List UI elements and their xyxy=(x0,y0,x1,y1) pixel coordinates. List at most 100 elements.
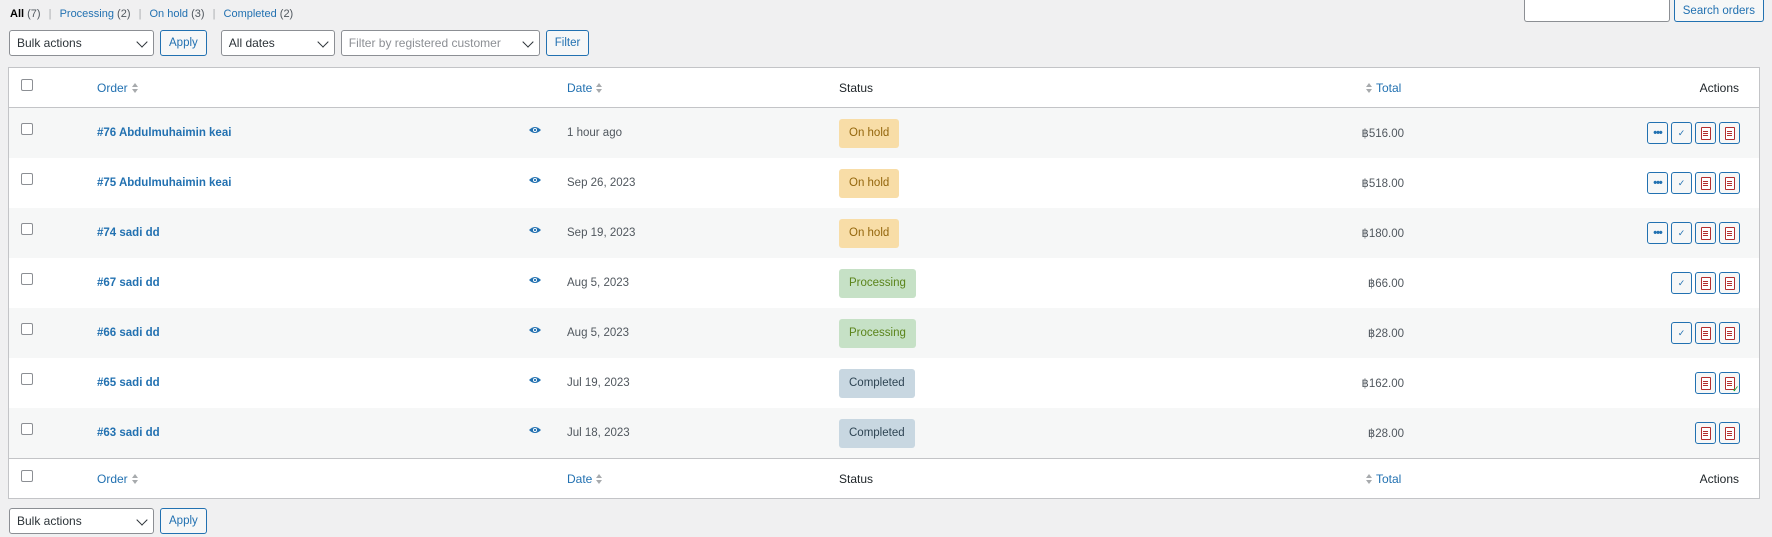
filter-completed-count: (2) xyxy=(279,8,294,20)
date-column-footer[interactable]: Date xyxy=(567,459,603,498)
status-badge: Completed xyxy=(839,418,915,448)
row-checkbox[interactable] xyxy=(21,323,33,335)
table-header: Order Date Status Total Actions xyxy=(9,68,1759,108)
pdf-invoice-button[interactable] xyxy=(1695,422,1716,444)
chevron-down-icon xyxy=(136,36,148,48)
search-orders-button[interactable]: Search orders xyxy=(1673,0,1764,22)
row-checkbox[interactable] xyxy=(21,373,33,385)
pdf-packing-slip-button[interactable] xyxy=(1719,372,1740,395)
row-actions: ✓ xyxy=(1671,308,1740,358)
table-row[interactable]: #76 Abdulmuhaimin keai 1 hour ago On hold ฿… xyxy=(9,108,1759,158)
filter-all-link[interactable]: All xyxy=(10,8,24,20)
more-actions-button[interactable]: ••• xyxy=(1647,122,1668,144)
actions-footer-label: Actions xyxy=(1699,471,1739,486)
checkmark-icon: ✓ xyxy=(1677,327,1686,338)
pdf-invoice-button[interactable] xyxy=(1719,122,1740,144)
sort-icon xyxy=(596,82,603,93)
eye-icon[interactable] xyxy=(529,174,541,188)
order-link[interactable]: #76 Abdulmuhaimin keai xyxy=(97,127,231,139)
apply-button-bottom[interactable]: Apply xyxy=(160,508,207,534)
pdf-invoice-button[interactable] xyxy=(1695,172,1716,194)
bulk-actions-value: Bulk actions xyxy=(17,514,82,528)
apply-button[interactable]: Apply xyxy=(160,30,207,56)
pdf-invoice-button[interactable] xyxy=(1695,322,1716,344)
search-box: Search orders xyxy=(1523,0,1764,22)
filter-button[interactable]: Filter xyxy=(545,30,590,56)
eye-icon[interactable] xyxy=(529,274,541,288)
complete-order-button[interactable]: ✓ xyxy=(1671,322,1692,344)
row-checkbox[interactable] xyxy=(21,273,33,285)
pdf-invoice-button[interactable] xyxy=(1719,222,1740,244)
actions-column-header: Actions xyxy=(1700,68,1739,107)
pdf-invoice-button[interactable] xyxy=(1719,322,1740,344)
order-link[interactable]: #74 sadi dd xyxy=(97,227,160,239)
table-row[interactable]: #67 sadi dd Aug 5, 2023 Processing ฿66.00 ✓ xyxy=(9,258,1759,308)
filter-onhold-link[interactable]: On hold xyxy=(149,8,188,20)
eye-icon[interactable] xyxy=(529,224,541,238)
bulk-actions-select-bottom[interactable]: Bulk actions xyxy=(9,508,154,534)
order-link[interactable]: #66 sadi dd xyxy=(97,327,160,339)
pdf-document-icon xyxy=(1700,176,1711,190)
filter-all-count: (7) xyxy=(27,8,41,20)
complete-order-button[interactable]: ✓ xyxy=(1671,172,1692,194)
filter-completed-link[interactable]: Completed xyxy=(224,8,277,20)
table-row[interactable]: #65 sadi dd Jul 19, 2023 Completed ฿162.00 xyxy=(9,358,1759,408)
pdf-invoice-button[interactable] xyxy=(1719,272,1740,294)
pdf-document-icon xyxy=(1724,276,1735,290)
complete-order-button[interactable]: ✓ xyxy=(1671,222,1692,244)
pdf-document-icon xyxy=(1700,426,1711,440)
pdf-document-icon xyxy=(1724,126,1735,140)
order-total: ฿66.00 xyxy=(1367,278,1404,290)
order-column-footer[interactable]: Order xyxy=(97,459,139,498)
pdf-invoice-button[interactable] xyxy=(1719,172,1740,194)
date-header-label: Date xyxy=(567,80,593,95)
order-link[interactable]: #65 sadi dd xyxy=(97,377,160,389)
table-row[interactable]: #63 sadi dd Jul 18, 2023 Completed ฿28.00 xyxy=(9,408,1759,458)
row-checkbox[interactable] xyxy=(21,423,33,435)
table-row[interactable]: #74 sadi dd Sep 19, 2023 On hold ฿180.00 •••… xyxy=(9,208,1759,258)
pdf-invoice-button[interactable] xyxy=(1719,422,1740,444)
total-column-header[interactable]: Total xyxy=(1366,68,1401,107)
row-checkbox[interactable] xyxy=(21,173,33,185)
pdf-invoice-button[interactable] xyxy=(1695,122,1716,144)
pdf-invoice-button[interactable] xyxy=(1695,222,1716,244)
eye-icon[interactable] xyxy=(529,124,541,138)
eye-icon[interactable] xyxy=(529,424,541,438)
more-actions-button[interactable]: ••• xyxy=(1647,172,1668,194)
checkmark-icon: ✓ xyxy=(1677,227,1686,238)
dates-value: All dates xyxy=(228,36,275,50)
order-total: ฿180.00 xyxy=(1361,228,1405,240)
eye-icon[interactable] xyxy=(529,324,541,338)
select-all-checkbox[interactable] xyxy=(21,79,33,91)
filter-processing-link[interactable]: Processing xyxy=(60,8,114,20)
order-link[interactable]: #67 sadi dd xyxy=(97,277,160,289)
date-column-header[interactable]: Date xyxy=(567,68,603,107)
bulk-actions-select[interactable]: Bulk actions xyxy=(9,30,154,56)
orders-table: Order Date Status Total Actions #76 Abdu… xyxy=(8,67,1760,499)
pdf-document-icon xyxy=(1700,126,1711,140)
table-row[interactable]: #66 sadi dd Aug 5, 2023 Processing ฿28.00 ✓ xyxy=(9,308,1759,358)
row-checkbox[interactable] xyxy=(21,223,33,235)
order-column-header[interactable]: Order xyxy=(97,68,139,107)
row-checkbox[interactable] xyxy=(21,123,33,135)
status-filter-links: All (7) | Processing (2) | On hold (3) |… xyxy=(10,8,293,20)
select-all-checkbox-footer[interactable] xyxy=(21,470,33,482)
table-row[interactable]: #75 Abdulmuhaimin keai Sep 26, 2023 On hol… xyxy=(9,158,1759,208)
pdf-invoice-button[interactable] xyxy=(1695,272,1716,294)
complete-order-button[interactable]: ✓ xyxy=(1671,122,1692,144)
order-date: Aug 5, 2023 xyxy=(567,277,630,289)
order-link[interactable]: #63 sadi dd xyxy=(97,427,160,439)
customer-filter-select[interactable]: Filter by registered customer xyxy=(340,30,540,56)
table-footer: Order Date Status Total Actions xyxy=(9,458,1759,498)
ellipsis-icon: ••• xyxy=(1653,126,1663,139)
dates-select[interactable]: All dates xyxy=(220,30,335,56)
pdf-document-icon xyxy=(1724,226,1735,240)
pdf-invoice-button[interactable] xyxy=(1695,372,1716,394)
eye-icon[interactable] xyxy=(529,374,541,388)
order-link[interactable]: #75 Abdulmuhaimin keai xyxy=(97,177,231,189)
row-actions xyxy=(1695,408,1740,458)
complete-order-button[interactable]: ✓ xyxy=(1671,272,1692,294)
search-input[interactable] xyxy=(1523,0,1670,22)
total-column-footer[interactable]: Total xyxy=(1366,459,1401,498)
more-actions-button[interactable]: ••• xyxy=(1647,222,1668,244)
